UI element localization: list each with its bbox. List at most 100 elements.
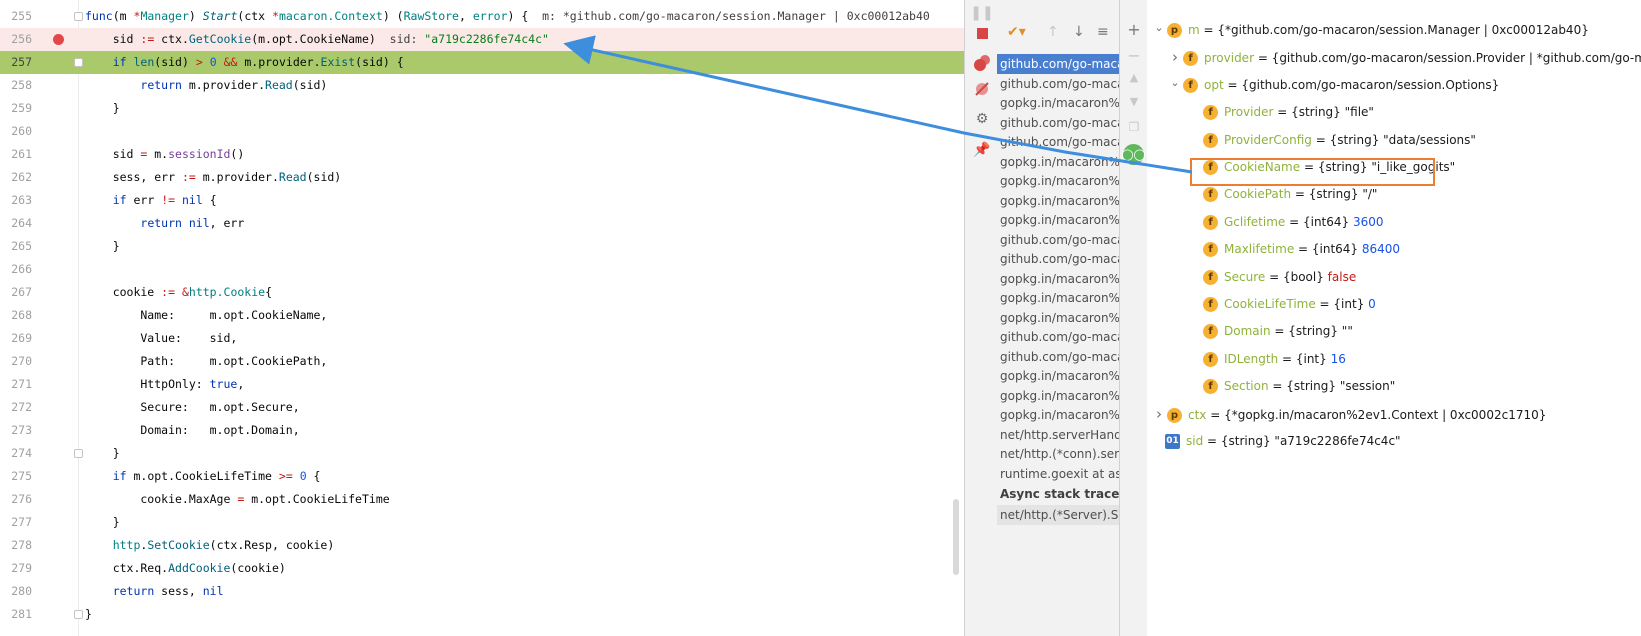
async-stack-frame[interactable]: net/http.(*Server).Serve [997,505,1119,525]
code-editor[interactable]: 255 func(m *Manager) Start(ctx *macaron.C… [0,0,964,636]
line-number[interactable]: 261 [0,143,32,166]
line-number[interactable]: 269 [0,327,32,350]
variable-row[interactable]: › p ctx = {*gopkg.in/macaron%2ev1.Context … [1151,401,1546,427]
line-number[interactable]: 255 [0,5,32,28]
line-number[interactable]: 259 [0,97,32,120]
watches-toggle-button[interactable]: ◯◯ [1121,144,1146,165]
line-number[interactable]: 280 [0,580,32,603]
variable-row[interactable]: f CookieLifeTime = {int} 0 [1187,291,1376,317]
line-number[interactable]: 279 [0,557,32,580]
line-number[interactable]: 262 [0,166,32,189]
code-line[interactable]: 270 Path: m.opt.CookiePath, [0,350,964,373]
line-number[interactable]: 272 [0,396,32,419]
line-number[interactable]: 276 [0,488,32,511]
line-number[interactable]: 257 [0,51,32,74]
stack-frame[interactable]: gopkg.in/macaron%2ev1.(*Context).Next [997,171,1119,191]
stack-frame[interactable]: runtime.goexit at asm_amd64.s [997,464,1119,484]
frame-filter-icon[interactable]: ✔▾ [1007,24,1026,40]
code-line[interactable]: 255 func(m *Manager) Start(ctx *macaron.C… [0,5,964,28]
code-line[interactable]: 277 } [0,511,964,534]
code-line[interactable]: 271 HttpOnly: true, [0,373,964,396]
variable-row[interactable]: f Secure = {bool} false [1187,264,1356,290]
line-number[interactable]: 258 [0,74,32,97]
line-number[interactable]: 270 [0,350,32,373]
collapse-arrow-icon[interactable]: ⌄ [1167,70,1183,96]
stack-frame[interactable]: gopkg.in/macaron%2ev1.ContextInvoker.Inv… [997,93,1119,113]
line-number[interactable]: 265 [0,235,32,258]
line-number[interactable]: 266 [0,258,32,281]
stack-frame[interactable]: gopkg.in/macaron%2ev1.LoggerInvoker.Invo… [997,191,1119,211]
stack-frame[interactable]: github.com/go-macaron/inject.(*injector)… [997,132,1119,152]
code-line[interactable]: 275 if m.opt.CookieLifeTime >= 0 { [0,465,964,488]
stack-frame[interactable]: github.com/go-macaron/session.Sessioner.… [997,74,1119,94]
move-up-button[interactable]: ▲ [1125,68,1143,86]
code-line[interactable]: 263 if err != nil { [0,189,964,212]
variable-row[interactable]: › f provider = {github.com/go-macaron/sess… [1167,44,1641,70]
stack-frame[interactable]: gopkg.in/macaron%2ev1.(*Context).run [997,152,1119,172]
stack-frame[interactable]: gopkg.in/macaron%2ev1.(*Context).Next [997,386,1119,406]
code-line[interactable]: 272 Secure: m.opt.Secure, [0,396,964,419]
pause-icon[interactable]: ❚❚ [970,2,993,24]
settings-button[interactable]: ⚙ [971,108,993,130]
code-line[interactable]: 274 } [0,442,964,465]
variable-row[interactable]: f ProviderConfig = {string} "data/session… [1187,127,1476,153]
collapse-arrow-icon[interactable]: ⌄ [1151,15,1167,41]
variable-row[interactable]: f Provider = {string} "file" [1187,99,1374,125]
expand-arrow-icon[interactable]: › [1151,401,1167,427]
code-line[interactable]: 280 return sess, nil [0,580,964,603]
up-frame-icon[interactable]: ↑ [1047,24,1059,40]
stack-frame[interactable]: github.com/go-macaron/inject.(*injector)… [997,249,1119,269]
fold-icon[interactable] [74,610,83,619]
add-watch-button[interactable]: + [1125,20,1143,39]
fold-icon[interactable] [74,449,83,458]
line-number[interactable]: 256 [0,28,32,51]
code-line[interactable]: 259 } [0,97,964,120]
threads-menu-icon[interactable]: ≡ [1097,24,1109,40]
view-breakpoints-button[interactable] [971,52,993,74]
pin-button[interactable]: 📌 [971,139,993,161]
copy-watch-button[interactable]: ❐ [1125,118,1143,136]
code-line[interactable]: 264 return nil, err [0,212,964,235]
code-line[interactable]: 273 Domain: m.opt.Domain, [0,419,964,442]
code-line[interactable]: 281} [0,603,964,626]
code-line[interactable]: 256 sid := ctx.GetCookie(m.opt.CookieNam… [0,28,964,51]
stack-frame[interactable]: gopkg.in/macaron%2ev1.(*Context).run [997,210,1119,230]
variable-row[interactable]: f IDLength = {int} 16 [1187,346,1346,372]
stack-frame[interactable]: gopkg.in/macaron%2ev1.(*Macaron).ServeHT… [997,405,1119,425]
variable-row[interactable]: ⌄ p m = {*github.com/go-macaron/session.Ma… [1151,17,1589,43]
line-number[interactable]: 281 [0,603,32,626]
variable-row[interactable]: f Section = {string} "session" [1187,373,1395,399]
line-number[interactable]: 273 [0,419,32,442]
variable-row[interactable]: f Maxlifetime = {int64} 86400 [1187,236,1400,262]
line-number[interactable]: 278 [0,534,32,557]
line-number[interactable]: 268 [0,304,32,327]
code-line[interactable]: 258 return m.provider.Read(sid) [0,74,964,97]
mute-breakpoints-button[interactable] [971,78,993,100]
code-line[interactable]: 269 Value: sid, [0,327,964,350]
stack-frame[interactable]: gopkg.in/macaron%2ev1.(*Context).run [997,269,1119,289]
line-number[interactable]: 274 [0,442,32,465]
stack-frame[interactable]: github.com/go-macaron/session.(*Manager)… [997,54,1119,74]
breakpoint-icon[interactable] [53,34,64,45]
variable-row[interactable]: ⌄ f opt = {github.com/go-macaron/session.O… [1167,72,1499,98]
stack-frame[interactable]: github.com/go-macaron/inject.(*injector)… [997,230,1119,250]
line-number[interactable]: 275 [0,465,32,488]
line-number[interactable]: 267 [0,281,32,304]
expand-arrow-icon[interactable]: › [1167,44,1183,70]
code-line[interactable]: 276 cookie.MaxAge = m.opt.CookieLifeTime [0,488,964,511]
line-number[interactable]: 271 [0,373,32,396]
line-number[interactable]: 263 [0,189,32,212]
remove-watch-button[interactable]: − [1125,46,1143,65]
fold-icon[interactable] [74,12,83,21]
stack-frame[interactable]: github.com/go-macaron/inject.(*injector)… [997,327,1119,347]
variable-row[interactable]: 01 sid = {string} "a719c2286fe74c4c" [1165,428,1401,454]
line-number[interactable]: 277 [0,511,32,534]
fold-icon[interactable] [74,58,83,67]
code-line[interactable]: 266 [0,258,964,281]
code-line[interactable]: 267 cookie := &http.Cookie{ [0,281,964,304]
stack-frame[interactable]: net/http.serverHandler.ServeHTTP [997,425,1119,445]
code-line[interactable]: 262 sess, err := m.provider.Read(sid) [0,166,964,189]
editor-scrollbar[interactable] [953,499,959,575]
stack-frame[interactable]: github.com/go-macaron/inject.(*injector)… [997,347,1119,367]
code-line[interactable]: 260 [0,120,964,143]
